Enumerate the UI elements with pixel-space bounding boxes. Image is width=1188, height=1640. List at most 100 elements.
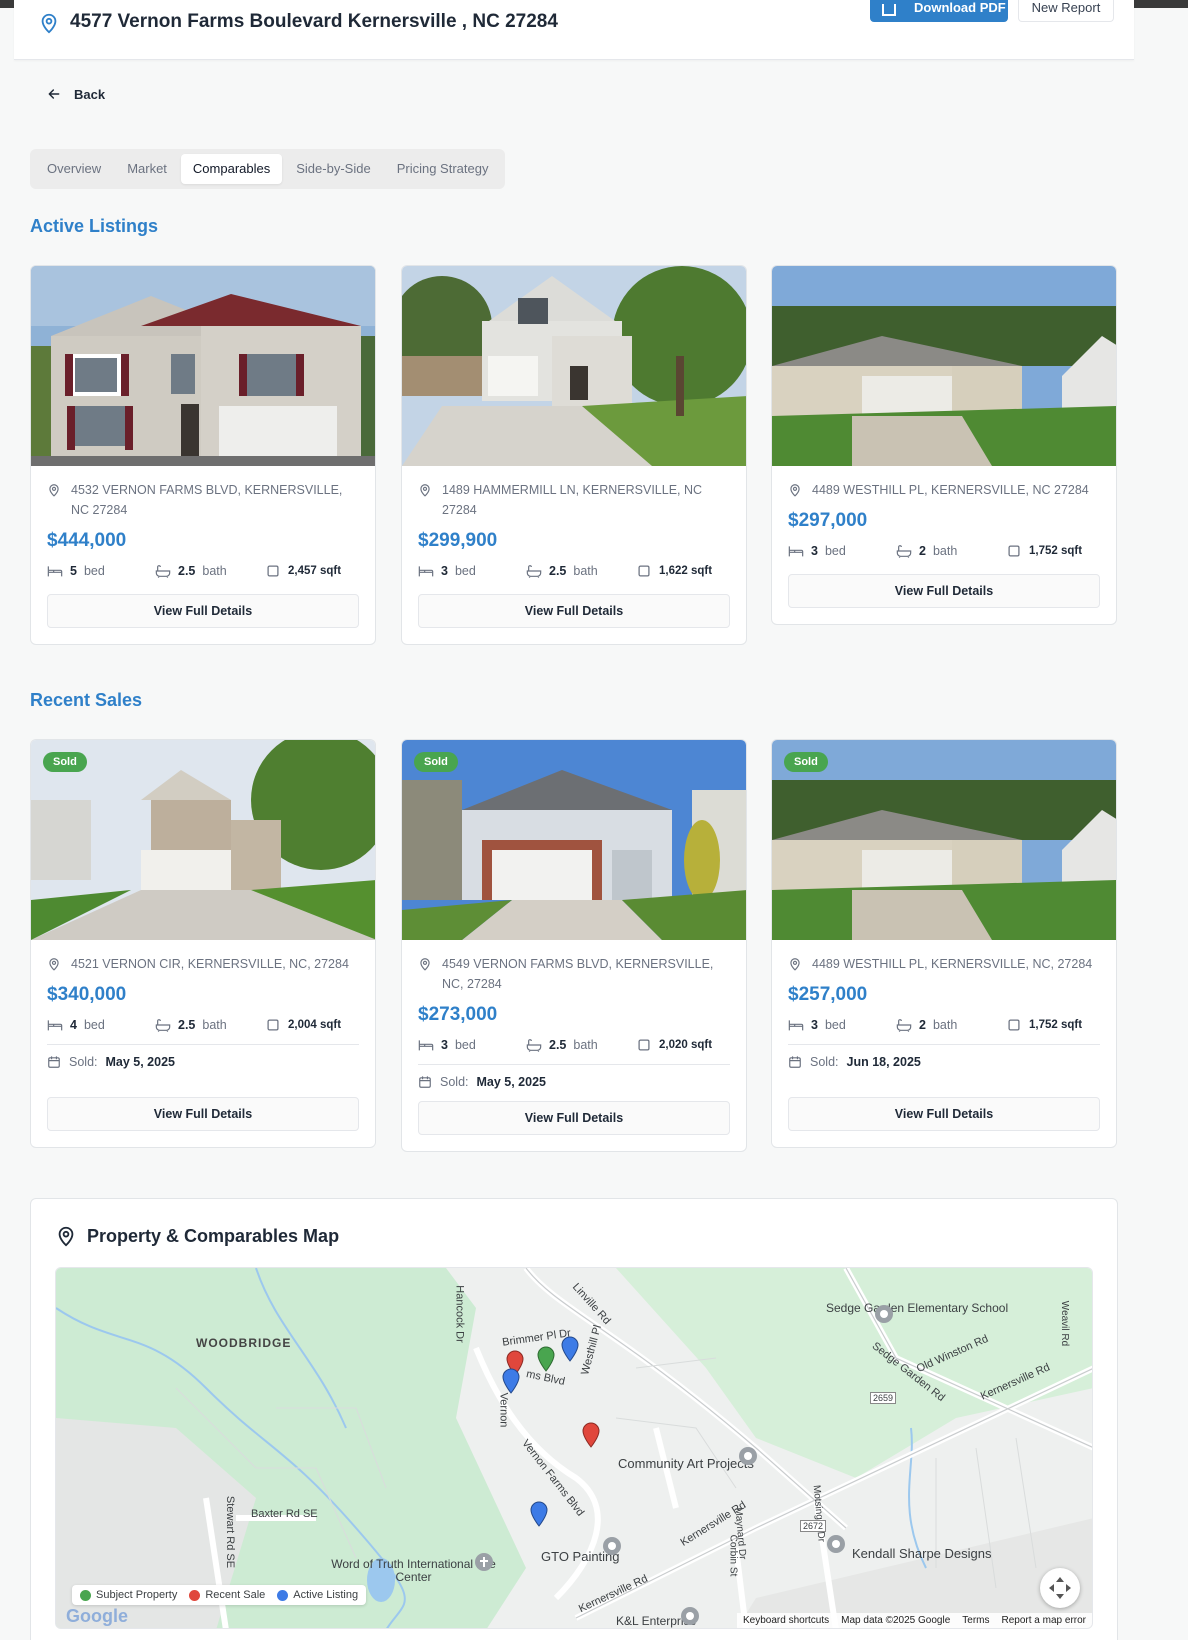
listing-address-text: 1489 HAMMERMILL LN, KERNERSVILLE, NC 272…: [442, 483, 703, 517]
school-poi-icon: [875, 1305, 893, 1323]
bed-icon: [47, 1020, 63, 1031]
listing-photo: [402, 266, 746, 466]
sqft: 2,457 sqft: [265, 564, 341, 578]
keyboard-shortcuts-link[interactable]: Keyboard shortcuts: [743, 1615, 829, 1626]
sale-address: 4521 VERNON CIR, KERNERSVILLE, NC, 27284: [47, 954, 359, 974]
subject-property-marker[interactable]: [537, 1346, 555, 1372]
terms-link[interactable]: Terms: [962, 1615, 989, 1626]
square-icon: [267, 1019, 279, 1031]
location-pin-icon: [58, 1226, 74, 1247]
bed-icon: [788, 546, 804, 557]
sold-label: Sold:: [69, 1055, 98, 1069]
view-full-details-button[interactable]: View Full Details: [47, 1097, 359, 1131]
download-pdf-button[interactable]: Download PDF: [870, 0, 1008, 22]
active-listing-marker[interactable]: [530, 1501, 548, 1527]
bath-icon: [155, 1019, 171, 1032]
map-title-text: Property & Comparables Map: [87, 1225, 340, 1246]
bed-count: 5 bed: [47, 564, 155, 578]
tab-market[interactable]: Market: [115, 154, 179, 184]
sale-price: $257,000: [788, 984, 868, 1005]
listing-photo: [772, 266, 1116, 466]
map-card: Property & Comparables Map WOODBRIDGE Se…: [30, 1198, 1118, 1640]
legend-subject-property: Subject Property: [80, 1589, 177, 1601]
location-pin-icon: [49, 484, 59, 497]
bed-unit: bed: [454, 1038, 476, 1052]
listing-address: 4532 VERNON FARMS BLVD, KERNERSVILLE, NC…: [47, 480, 359, 520]
legend-dot: [80, 1589, 91, 1601]
sqft-value: 2,004 sqft: [288, 1019, 342, 1031]
tab-pricing-strategy[interactable]: Pricing Strategy: [385, 154, 501, 184]
bath-count: 2 bath: [896, 1018, 1006, 1032]
bath-value: 2.5: [549, 564, 567, 578]
comparables-map[interactable]: WOODBRIDGE Sedge Garden Elementary Schoo…: [55, 1267, 1093, 1629]
report-map-error-link[interactable]: Report a map error: [1002, 1615, 1086, 1626]
poi-icon: [827, 1535, 845, 1553]
sale-photo: Sold: [31, 740, 375, 940]
arrow-left-icon: [48, 89, 60, 99]
sale-card: Sold 4521 VERNON CIR, KERNERSVILLE, NC, …: [30, 739, 376, 1148]
map-label-community-art: Community Art Projects: [618, 1456, 754, 1471]
sqft-value: 2,457 sqft: [288, 565, 342, 577]
map-label-hancock: Hancock Dr: [453, 1285, 466, 1343]
sale-specs: 3 bed 2 bath 1,752 sqft: [788, 1018, 1100, 1032]
bed-value: 5: [70, 564, 77, 578]
bed-unit: bed: [824, 544, 846, 558]
view-full-details-button[interactable]: View Full Details: [47, 594, 359, 628]
map-label-weavil: Weavil Rd: [1059, 1300, 1071, 1347]
sold-date-row: Sold: May 5, 2025: [418, 1075, 730, 1089]
bath-unit: bath: [932, 544, 958, 558]
view-full-details-button[interactable]: View Full Details: [788, 1097, 1100, 1131]
view-full-details-button[interactable]: View Full Details: [418, 594, 730, 628]
bath-unit: bath: [202, 564, 227, 578]
sale-specs: 4 bed 2.5 bath 2,004 sqft: [47, 1018, 359, 1032]
legend-dot: [277, 1589, 289, 1601]
new-report-button[interactable]: New Report: [1018, 0, 1114, 22]
bath-unit: bath: [573, 564, 598, 578]
map-legend: Subject Property Recent Sale Active List…: [72, 1585, 367, 1605]
sold-label: Sold:: [810, 1055, 839, 1069]
divider: [47, 1044, 359, 1045]
poi-icon: [739, 1447, 757, 1465]
bed-value: 3: [811, 1018, 818, 1032]
bed-unit: bed: [83, 1018, 105, 1032]
tab-side-by-side[interactable]: Side-by-Side: [284, 154, 382, 184]
listing-address: 1489 HAMMERMILL LN, KERNERSVILLE, NC 272…: [418, 480, 730, 520]
sqft: 1,622 sqft: [636, 564, 712, 578]
recent-sale-marker[interactable]: [582, 1422, 600, 1448]
bath-icon: [526, 565, 542, 578]
active-listing-marker[interactable]: [502, 1368, 520, 1394]
listing-card: 4489 WESTHILL PL, KERNERSVILLE, NC 27284…: [771, 265, 1117, 625]
bed-value: 3: [441, 1038, 448, 1052]
divider: [788, 1044, 1100, 1045]
map-label-sedge-school: Sedge Garden Elementary School: [826, 1301, 1009, 1315]
location-pin-icon: [420, 958, 430, 971]
map-label-baxter: Baxter Rd SE: [251, 1508, 318, 1520]
sold-date-row: Sold: Jun 18, 2025: [788, 1055, 1100, 1069]
tab-comparables[interactable]: Comparables: [180, 154, 283, 184]
listing-card: 1489 HAMMERMILL LN, KERNERSVILLE, NC 272…: [401, 265, 747, 645]
bath-count: 2 bath: [896, 544, 1006, 558]
bath-count: 2.5 bath: [526, 1038, 636, 1052]
sale-card: Sold 4489 WESTHILL PL, KERNERSVILLE, NC,…: [771, 739, 1117, 1148]
back-button[interactable]: Back: [46, 86, 105, 102]
calendar-icon: [789, 1056, 801, 1068]
sqft: 1,752 sqft: [1006, 544, 1082, 558]
location-pin-icon: [790, 484, 800, 497]
active-listings-title: Active Listings: [30, 216, 159, 236]
active-listing-marker[interactable]: [561, 1336, 579, 1362]
sold-badge: Sold: [784, 752, 828, 772]
view-full-details-button[interactable]: View Full Details: [418, 1101, 730, 1135]
report-tabs: Overview Market Comparables Side-by-Side…: [30, 149, 506, 189]
bed-icon: [418, 566, 434, 577]
sale-address: 4549 VERNON FARMS BLVD, KERNERSVILLE, NC…: [418, 954, 730, 994]
listing-photo: [31, 266, 375, 466]
tab-overview[interactable]: Overview: [35, 154, 113, 184]
sqft-value: 1,752 sqft: [1029, 1019, 1083, 1031]
fullscreen-button[interactable]: [1040, 1568, 1080, 1608]
sale-address: 4489 WESTHILL PL, KERNERSVILLE, NC, 2728…: [788, 954, 1100, 974]
bed-value: 3: [811, 544, 818, 558]
bed-unit: bed: [824, 1018, 846, 1032]
square-icon: [1008, 545, 1020, 557]
view-full-details-button[interactable]: View Full Details: [788, 574, 1100, 608]
bed-icon: [418, 1040, 434, 1051]
